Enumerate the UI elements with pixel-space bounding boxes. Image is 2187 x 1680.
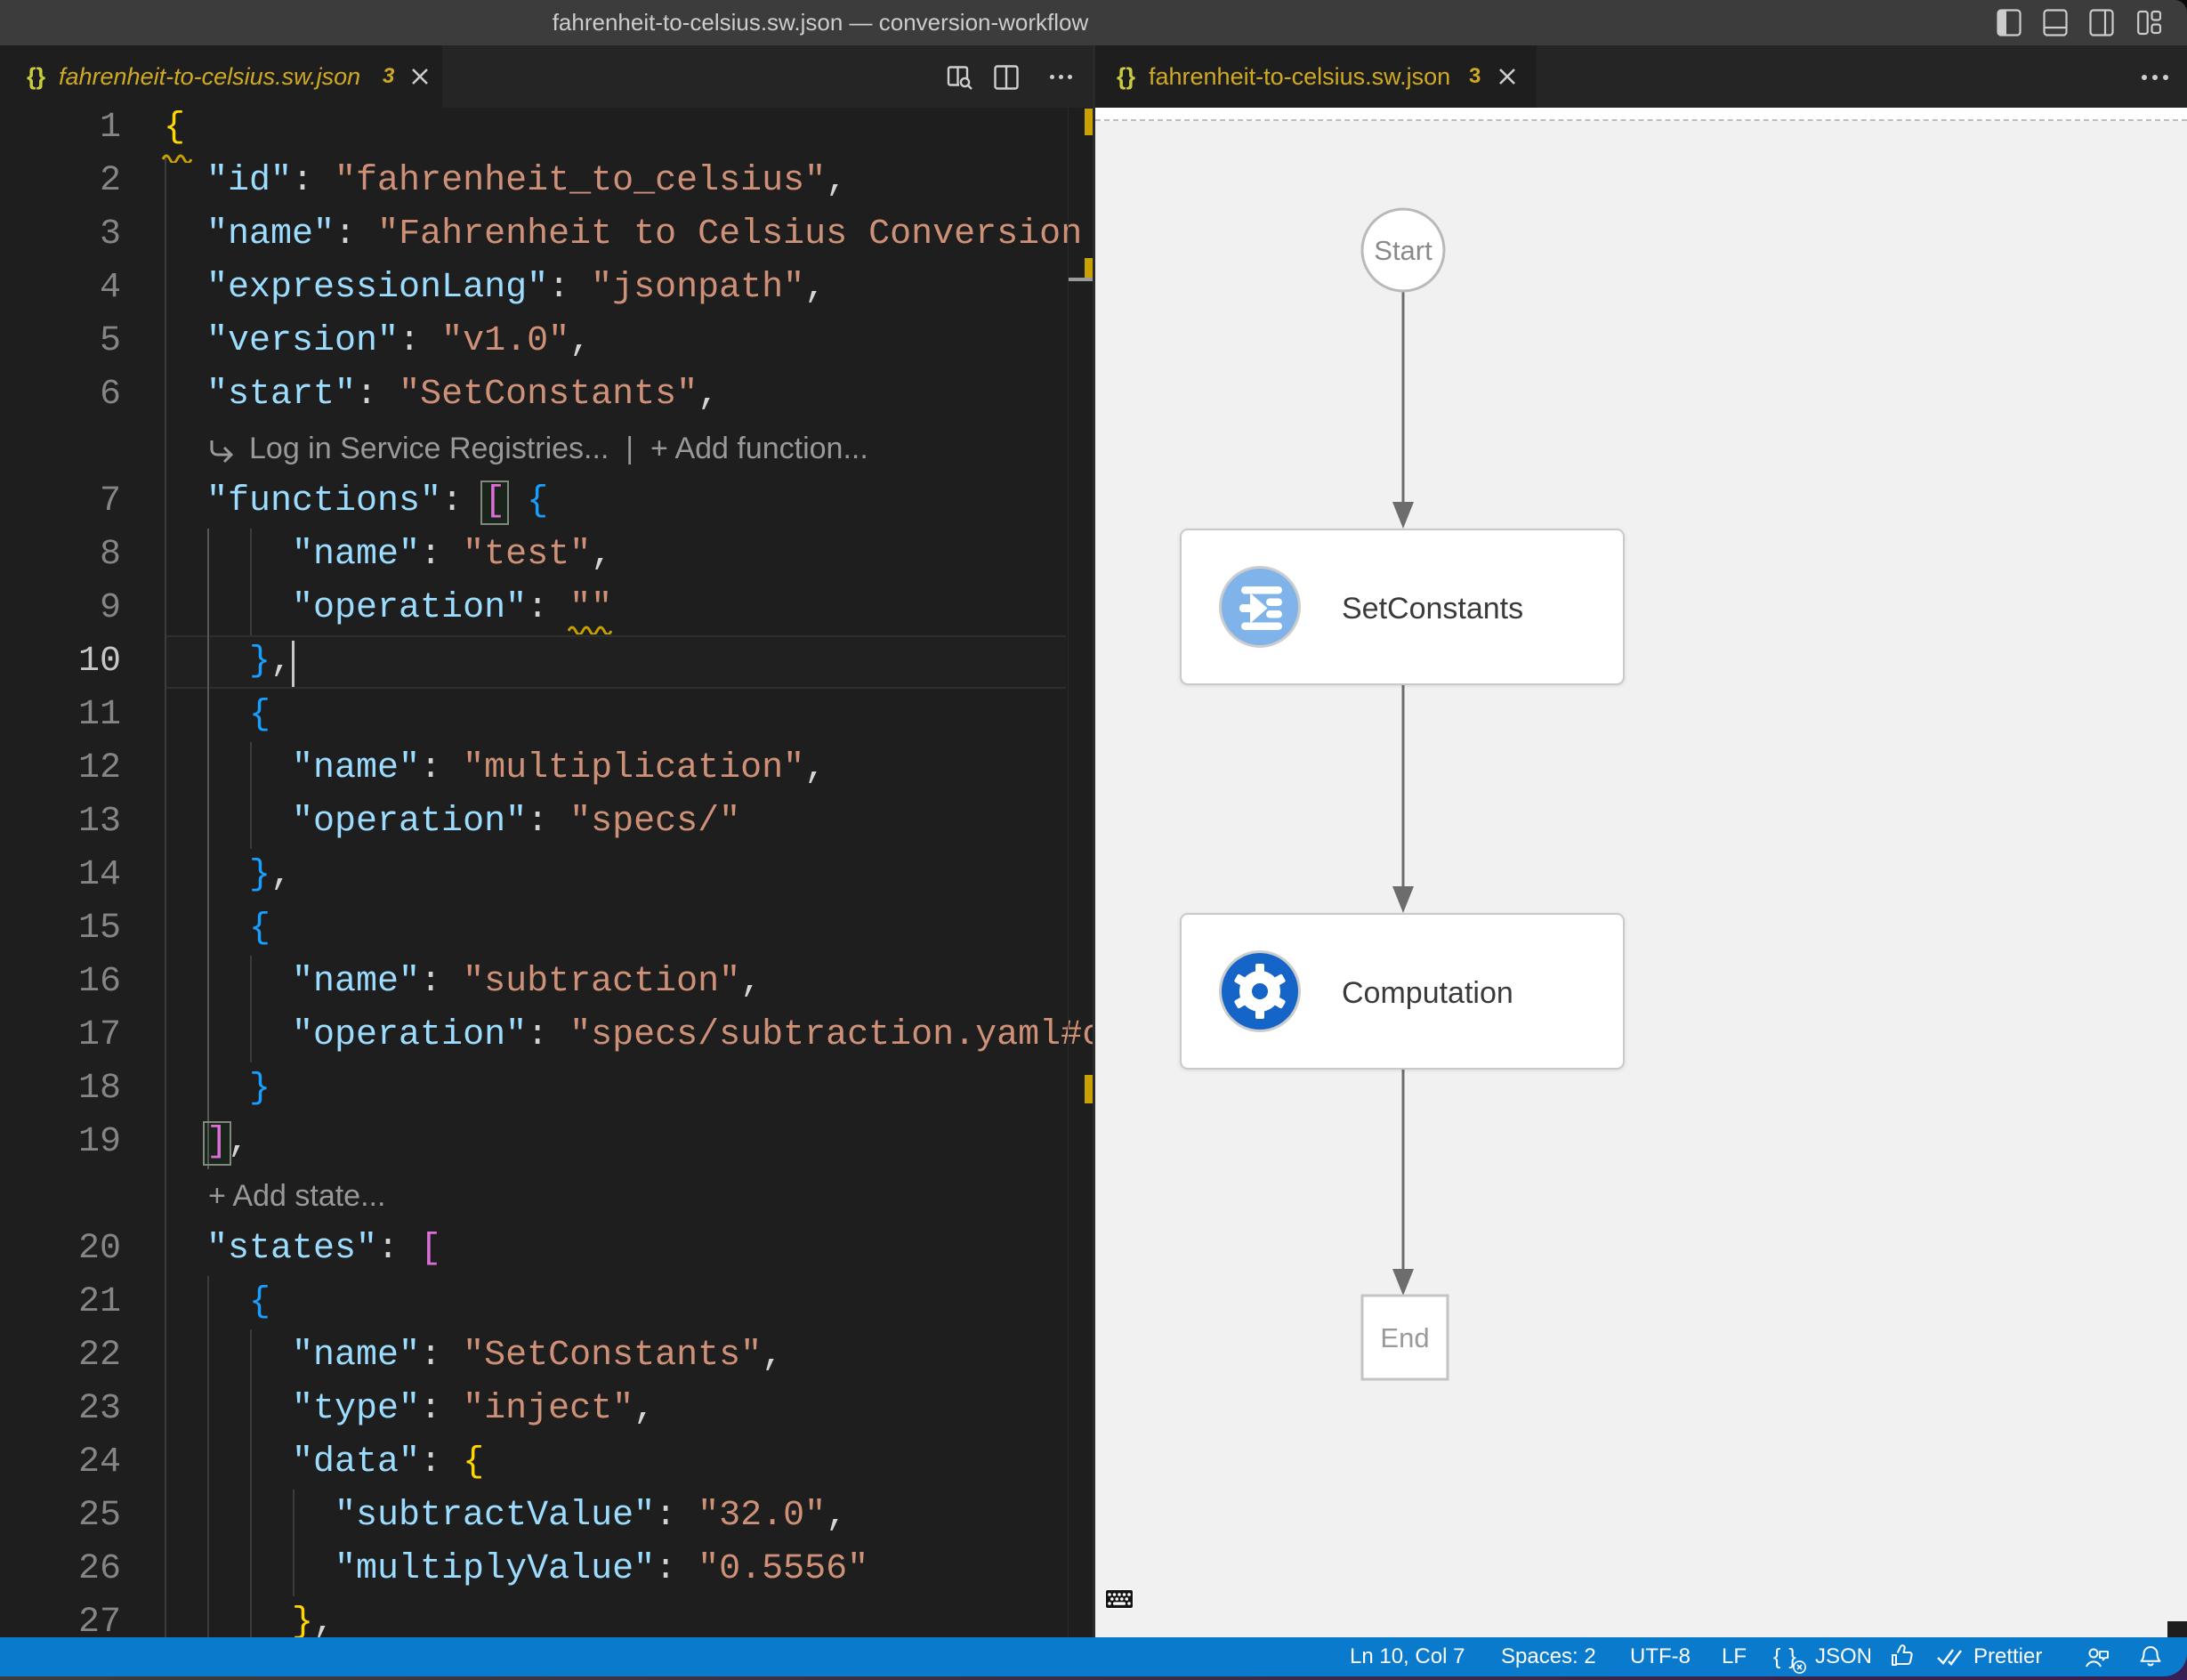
svg-text:Start: Start: [1374, 235, 1432, 266]
svg-text:End: End: [1380, 1322, 1429, 1353]
